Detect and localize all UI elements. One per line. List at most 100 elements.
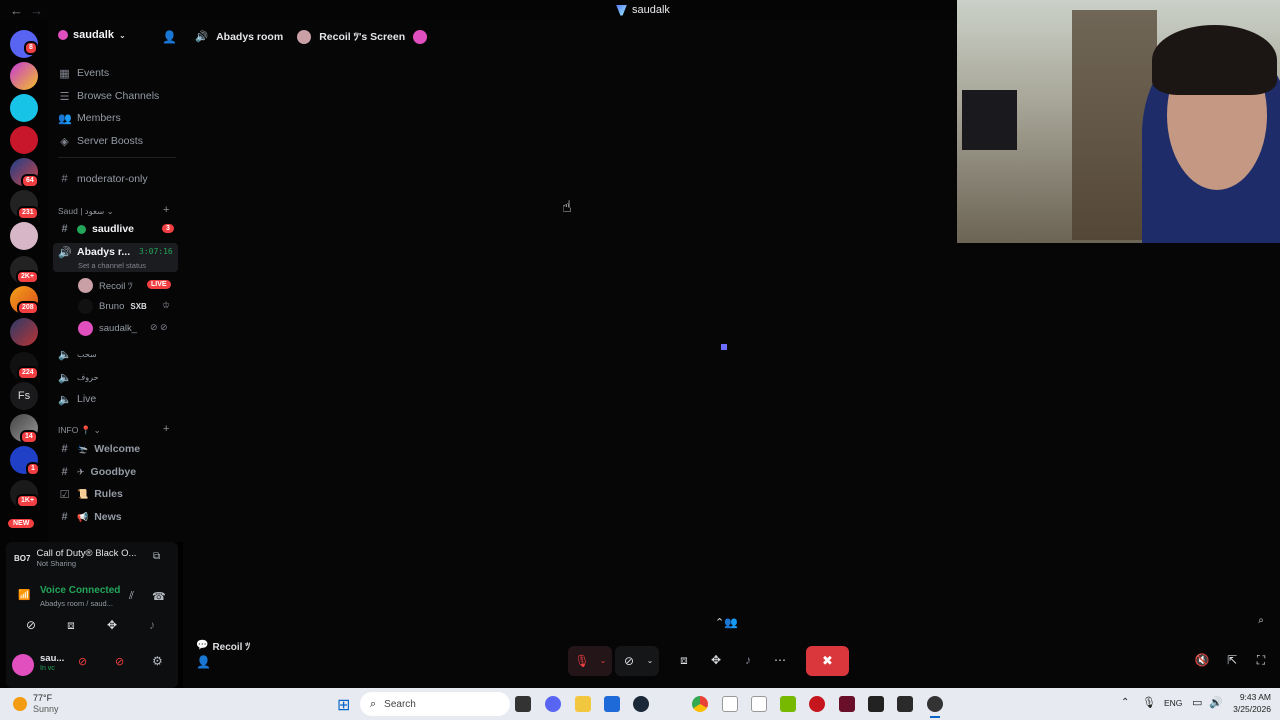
clock-date[interactable]: 3/25/2026: [1228, 704, 1271, 714]
activities-icon[interactable]: ✥: [101, 614, 123, 636]
settings-gear-icon[interactable]: ⚙: [152, 654, 163, 668]
chrome-icon[interactable]: [692, 696, 708, 712]
soundboard-icon[interactable]: ♪: [737, 649, 759, 671]
unread-badge: 3: [162, 224, 174, 233]
game-activity[interactable]: BO7 Call of Duty® Black O... Not Sharing: [14, 548, 136, 568]
voice-channel-2[interactable]: 🔈 حروف: [58, 368, 99, 386]
microphone-icon[interactable]: 🎙: [1142, 696, 1156, 709]
expand-participants-icon[interactable]: ⌃👥: [715, 616, 738, 629]
discord-app-icon[interactable]: [545, 696, 561, 712]
share-screen-icon[interactable]: ⧉: [153, 551, 160, 562]
app-icon[interactable]: [839, 696, 855, 712]
server-icon[interactable]: [10, 126, 38, 154]
camera-off-icon[interactable]: ⊘: [618, 650, 640, 672]
voice-channel-abadys-room[interactable]: 🔊 Abadys r...: [58, 243, 130, 261]
forward-arrow-icon[interactable]: →: [30, 3, 43, 18]
webcam-video-tile[interactable]: [957, 0, 1280, 243]
add-channel-icon[interactable]: +: [163, 423, 169, 435]
wave-icon: 🛬: [77, 443, 89, 454]
voice-user-recoil[interactable]: Recoil ﾂ: [78, 276, 133, 294]
activities-icon[interactable]: ✥: [705, 649, 727, 671]
speaker-icon: 🔈: [58, 371, 72, 384]
leave-call-button[interactable]: ✖: [806, 646, 849, 676]
camera-off-icon[interactable]: ⊘: [20, 614, 42, 636]
taskbar-search[interactable]: ⌕ Search: [360, 692, 510, 716]
server-icon[interactable]: [10, 318, 38, 346]
soundboard-icon[interactable]: ♪: [141, 614, 163, 636]
mic-muted-icon[interactable]: ⊘: [78, 655, 87, 668]
file-explorer-icon[interactable]: [575, 696, 591, 712]
weather-desc[interactable]: Sunny: [33, 704, 59, 714]
call-of-duty-icon[interactable]: [868, 696, 884, 712]
notepad-icon[interactable]: [722, 696, 738, 712]
noise-suppression-icon[interactable]: ⫽: [129, 590, 134, 603]
chevron-down-icon[interactable]: ⌄: [592, 650, 614, 672]
language-indicator[interactable]: ENG: [1164, 698, 1182, 708]
voice-user-bruno[interactable]: Bruno SXB: [78, 297, 147, 315]
screen-share-icon[interactable]: ⧈: [673, 649, 695, 671]
steam-icon[interactable]: [633, 696, 649, 712]
chevron-up-icon[interactable]: ⌃: [1121, 697, 1129, 708]
live-badge: LIVE: [147, 280, 171, 289]
avatar: [78, 320, 93, 336]
mic-muted-icon[interactable]: 🎙: [571, 650, 593, 672]
channel-welcome[interactable]: # 🛬 Welcome: [58, 440, 140, 458]
volume-icon[interactable]: 🔊: [1209, 696, 1223, 709]
document-icon[interactable]: [751, 696, 767, 712]
disconnect-icon[interactable]: ☎: [152, 590, 166, 603]
server-fs-icon[interactable]: Fs: [10, 382, 38, 410]
voice-user-saudalk[interactable]: saudalk_: [78, 319, 137, 337]
pop-out-icon[interactable]: ⇱: [1221, 649, 1243, 671]
server-header[interactable]: saudalk ⌄: [58, 29, 126, 41]
volume-muted-icon[interactable]: 🔇: [1191, 649, 1213, 671]
screen-share-icon[interactable]: ⧈: [60, 614, 82, 636]
server-boosts-item[interactable]: ◈ Server Boosts: [58, 132, 143, 150]
category-info[interactable]: INFO 📍 ⌄: [58, 425, 101, 436]
chevron-down-icon[interactable]: ⌄: [639, 650, 661, 672]
deafened-icon[interactable]: ⊘: [115, 655, 124, 668]
voice-channel-live[interactable]: 🔈 Live: [58, 390, 96, 408]
live-dot-icon: [77, 224, 86, 234]
events-item[interactable]: ▦ Events: [58, 64, 109, 82]
nvidia-icon[interactable]: [780, 696, 796, 712]
window-title: saudalk: [616, 4, 670, 16]
channel-news[interactable]: # 📢 News: [58, 508, 121, 526]
server-badge: 14: [20, 430, 38, 444]
speaker-icon: 🔊: [58, 246, 72, 259]
back-arrow-icon[interactable]: ←: [10, 3, 23, 18]
store-icon[interactable]: [604, 696, 620, 712]
server-icon[interactable]: [10, 94, 38, 122]
server-icon[interactable]: [10, 62, 38, 90]
calendar-icon: ▦: [59, 67, 70, 80]
channel-goodbye[interactable]: # ✈ Goodbye: [58, 463, 136, 481]
weather-sun-icon[interactable]: [13, 697, 27, 711]
weather-temp[interactable]: 77°F: [33, 693, 52, 703]
add-member-icon[interactable]: 👤: [162, 30, 177, 44]
app-icon[interactable]: [809, 696, 825, 712]
channel-status-hint[interactable]: Set a channel status: [78, 261, 146, 270]
voice-location[interactable]: Abadys room / saud...: [40, 599, 113, 608]
channel-moderator-only[interactable]: # moderator-only: [58, 170, 147, 188]
add-channel-icon[interactable]: +: [163, 204, 169, 216]
server-icon: [616, 4, 627, 16]
invite-icon[interactable]: 👤: [196, 655, 211, 669]
channel-saudlive[interactable]: # saudlive: [58, 220, 134, 238]
voice-channel-1[interactable]: 🔈 سحب: [58, 345, 97, 363]
server-badge: 231: [17, 206, 39, 220]
terminal-icon[interactable]: [897, 696, 913, 712]
category-saud[interactable]: Saud | سعود ⌄: [58, 206, 114, 217]
windows-start-icon[interactable]: ⊞: [337, 695, 350, 715]
speaker-icon: 🔊: [195, 31, 209, 43]
task-view-icon[interactable]: [515, 696, 531, 712]
server-icon[interactable]: [10, 222, 38, 250]
obs-icon[interactable]: [927, 696, 943, 712]
zoom-icon[interactable]: ⌕: [1250, 610, 1272, 632]
fullscreen-icon[interactable]: ⛶: [1250, 649, 1272, 671]
clock-time[interactable]: 9:43 AM: [1235, 692, 1271, 702]
display-icon[interactable]: ▭: [1192, 696, 1202, 709]
channel-rules[interactable]: ☑ 📜 Rules: [58, 485, 123, 503]
more-options-icon[interactable]: ⋯: [769, 649, 791, 671]
browse-channels-item[interactable]: ☰ Browse Channels: [58, 87, 160, 105]
user-avatar[interactable]: [12, 654, 34, 676]
members-item[interactable]: 👥 Members: [58, 109, 121, 127]
